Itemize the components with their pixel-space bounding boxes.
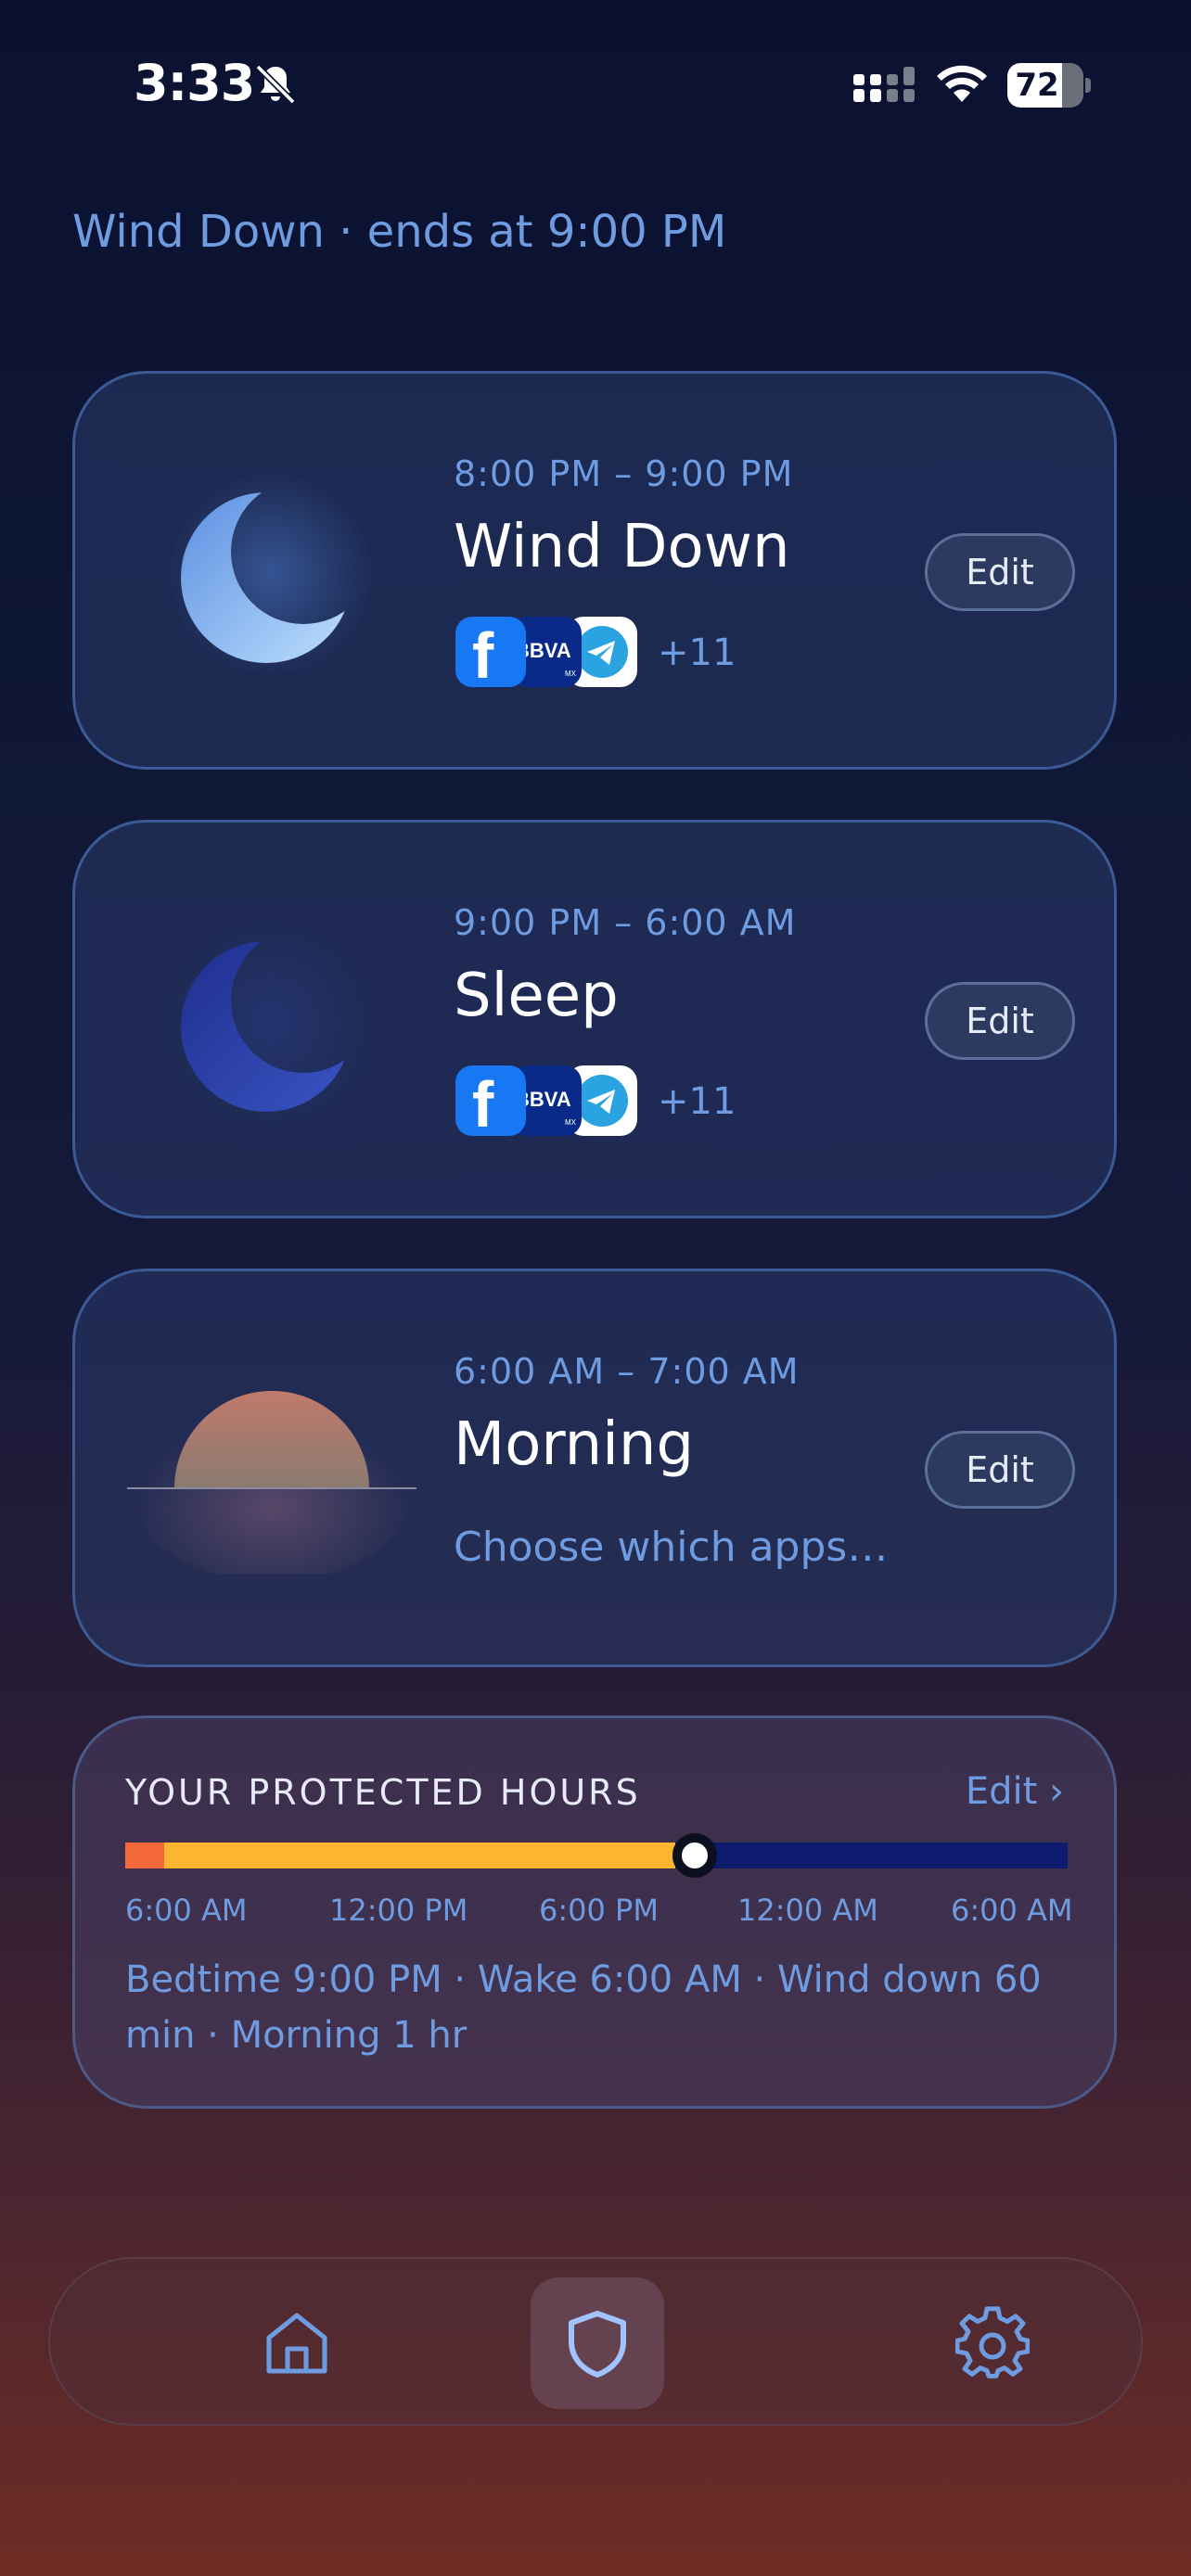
bottom-tab-bar [48, 2257, 1143, 2426]
more-apps-count: +11 [658, 631, 736, 674]
battery-icon: 72 [1007, 63, 1083, 108]
crescent-moon-icon [167, 918, 375, 1126]
protected-hours-timeline [125, 1833, 1068, 1878]
shield-icon [569, 2311, 626, 2378]
cellular-signal-icon [853, 67, 915, 102]
gear-icon [955, 2306, 1030, 2378]
sunrise-icon [127, 1391, 416, 1574]
protected-hours-card: YOUR PROTECTED HOURS Edit › 6:00 AM 12:0… [72, 1715, 1117, 2109]
timeline-segment-morning [125, 1843, 165, 1868]
battery-cap [1085, 78, 1091, 93]
edit-morning-button[interactable]: Edit [925, 1431, 1075, 1509]
blocked-apps-stack: f BBVA MX [455, 1065, 641, 1136]
status-bar: 3:33 72 [0, 0, 1191, 167]
schedule-title: Sleep [454, 962, 619, 1030]
facebook-app-icon: f [455, 617, 526, 687]
active-schedule-status: Wind Down · ends at 9:00 PM [72, 206, 727, 258]
schedule-title: Morning [454, 1410, 695, 1479]
battery-level: 72 [1015, 67, 1059, 104]
schedule-time-range: 9:00 PM – 6:00 AM [454, 902, 797, 943]
edit-wind-down-button[interactable]: Edit [925, 533, 1075, 611]
wifi-icon [937, 65, 987, 102]
schedule-card-morning[interactable]: 6:00 AM – 7:00 AM Morning Choose which a… [72, 1269, 1117, 1667]
schedule-card-wind-down[interactable]: 8:00 PM – 9:00 PM Wind Down f BBVA MX +11… [72, 371, 1117, 770]
facebook-app-icon: f [455, 1065, 526, 1136]
tab-settings[interactable] [926, 2277, 1059, 2409]
timeline-segment-sleep [714, 1843, 1068, 1868]
timeline-tick: 6:00 PM [539, 1893, 659, 1928]
timeline-segment-day [164, 1843, 675, 1868]
schedule-card-sleep[interactable]: 9:00 PM – 6:00 AM Sleep f BBVA MX +11 Edi… [72, 820, 1117, 1218]
status-time: 3:33 [134, 54, 255, 112]
timeline-tick: 6:00 AM [951, 1893, 1073, 1928]
choose-apps-link[interactable]: Choose which apps… [454, 1524, 888, 1571]
tab-home[interactable] [230, 2277, 364, 2409]
schedule-title: Wind Down [454, 513, 790, 581]
timeline-current-time-knob [672, 1833, 717, 1878]
edit-sleep-button[interactable]: Edit [925, 982, 1075, 1060]
schedule-time-range: 6:00 AM – 7:00 AM [454, 1351, 800, 1392]
home-icon [266, 2313, 327, 2374]
timeline-tick: 6:00 AM [125, 1893, 248, 1928]
schedule-time-range: 8:00 PM – 9:00 PM [454, 453, 794, 494]
blocked-apps-stack: f BBVA MX [455, 617, 641, 687]
edit-protected-hours-link[interactable]: Edit › [966, 1770, 1064, 1813]
more-apps-count: +11 [658, 1080, 736, 1123]
timeline-tick: 12:00 PM [329, 1893, 468, 1928]
crescent-moon-icon [167, 469, 375, 677]
tab-protection[interactable] [531, 2277, 664, 2409]
protected-hours-summary: Bedtime 9:00 PM · Wake 6:00 AM · Wind do… [125, 1958, 1042, 2057]
bell-slash-icon [255, 64, 296, 105]
timeline-tick: 12:00 AM [737, 1893, 878, 1928]
protected-hours-title: YOUR PROTECTED HOURS [125, 1772, 641, 1813]
battery-indicator: 72 [1007, 63, 1091, 108]
